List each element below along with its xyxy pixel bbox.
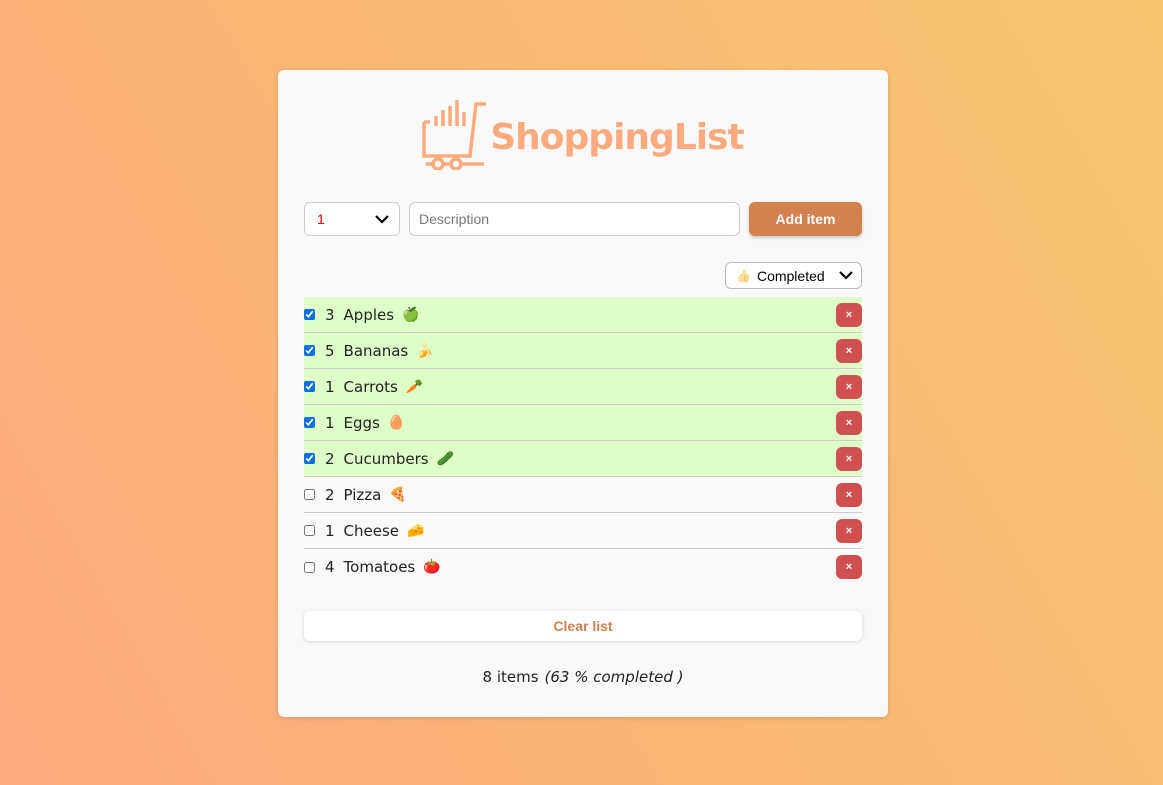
delete-item-button[interactable]: ×: [836, 482, 862, 507]
quantity-select[interactable]: 1: [304, 202, 400, 236]
list-item: 4 Tomatoes 🍅 ×: [304, 549, 862, 585]
item-emoji-icon: 🍌: [416, 342, 434, 359]
item-checkbox[interactable]: [304, 489, 315, 500]
summary: 8 items (63 % completed ): [304, 668, 862, 686]
chevron-down-icon: [839, 271, 853, 280]
delete-item-button[interactable]: ×: [836, 446, 862, 471]
item-name: Pizza: [343, 485, 382, 504]
item-quantity: 2: [325, 449, 335, 468]
item-checkbox[interactable]: [304, 345, 315, 356]
delete-item-button[interactable]: ×: [836, 302, 862, 327]
delete-item-button[interactable]: ×: [836, 410, 862, 435]
item-checkbox[interactable]: [304, 561, 315, 573]
logo: ShoppingList: [304, 98, 862, 170]
add-item-button[interactable]: Add item: [749, 202, 862, 236]
thumbs-up-icon: 👍: [736, 268, 751, 283]
list-item: 5 Bananas 🍌 ×: [304, 333, 862, 369]
shopping-cart-icon: [422, 100, 487, 170]
item-name: Apples: [343, 305, 395, 324]
item-checkbox[interactable]: [304, 381, 315, 392]
delete-item-button[interactable]: ×: [836, 518, 862, 543]
item-name: Tomatoes: [343, 558, 416, 576]
item-emoji-icon: 🥒: [436, 450, 455, 467]
item-list: 3 Apples 🍏 × 5 Bananas 🍌 × 1 Carrots 🥕 ×…: [304, 297, 862, 585]
list-item: 1 Eggs 🥚 ×: [304, 405, 862, 441]
item-name: Cheese: [343, 521, 400, 540]
item-emoji-icon: 🥕: [405, 378, 424, 395]
filter-value: Completed: [756, 267, 825, 284]
description-input[interactable]: [409, 202, 740, 236]
item-checkbox[interactable]: [304, 525, 315, 536]
item-emoji-icon: 🍅: [423, 559, 441, 575]
item-emoji-icon: 🥚: [387, 414, 406, 431]
delete-item-button[interactable]: ×: [836, 374, 862, 399]
filter-select[interactable]: 👍 Completed: [725, 262, 862, 289]
quantity-value: 1: [317, 211, 325, 227]
item-quantity: 3: [325, 305, 335, 324]
list-item: 1 Carrots 🥕 ×: [304, 369, 862, 405]
item-name: Eggs: [343, 413, 380, 432]
list-item: 1 Cheese 🧀 ×: [304, 513, 862, 549]
app-title: ShoppingList: [490, 116, 744, 158]
item-quantity: 1: [325, 413, 335, 432]
item-checkbox[interactable]: [304, 309, 315, 320]
item-quantity: 2: [325, 485, 335, 504]
list-item: 3 Apples 🍏 ×: [304, 297, 862, 333]
item-quantity: 5: [325, 341, 335, 360]
list-item: 2 Cucumbers 🥒 ×: [304, 441, 862, 477]
add-item-form: 1 Add item: [304, 202, 862, 236]
item-emoji-icon: 🍏: [402, 306, 420, 323]
item-quantity: 1: [325, 377, 335, 396]
list-item: 2 Pizza 🍕 ×: [304, 477, 862, 513]
item-checkbox[interactable]: [304, 453, 315, 464]
item-name: Cucumbers: [343, 449, 429, 468]
item-quantity: 1: [325, 521, 335, 540]
item-name: Carrots: [343, 377, 398, 396]
item-checkbox[interactable]: [304, 417, 315, 428]
item-emoji-icon: 🧀: [407, 522, 425, 539]
completed-percent: (63 % completed ): [544, 668, 684, 686]
chevron-down-icon: [375, 214, 389, 224]
item-name: Bananas: [343, 341, 409, 360]
item-quantity: 4: [325, 558, 335, 576]
delete-item-button[interactable]: ×: [836, 338, 862, 363]
clear-list-button[interactable]: Clear list: [304, 611, 862, 641]
item-count: 8 items: [482, 668, 539, 686]
item-emoji-icon: 🍕: [389, 486, 407, 503]
delete-item-button[interactable]: ×: [836, 555, 862, 579]
shopping-list-card: ShoppingList 1 Add item 👍 Completed 3 Ap…: [278, 70, 888, 717]
